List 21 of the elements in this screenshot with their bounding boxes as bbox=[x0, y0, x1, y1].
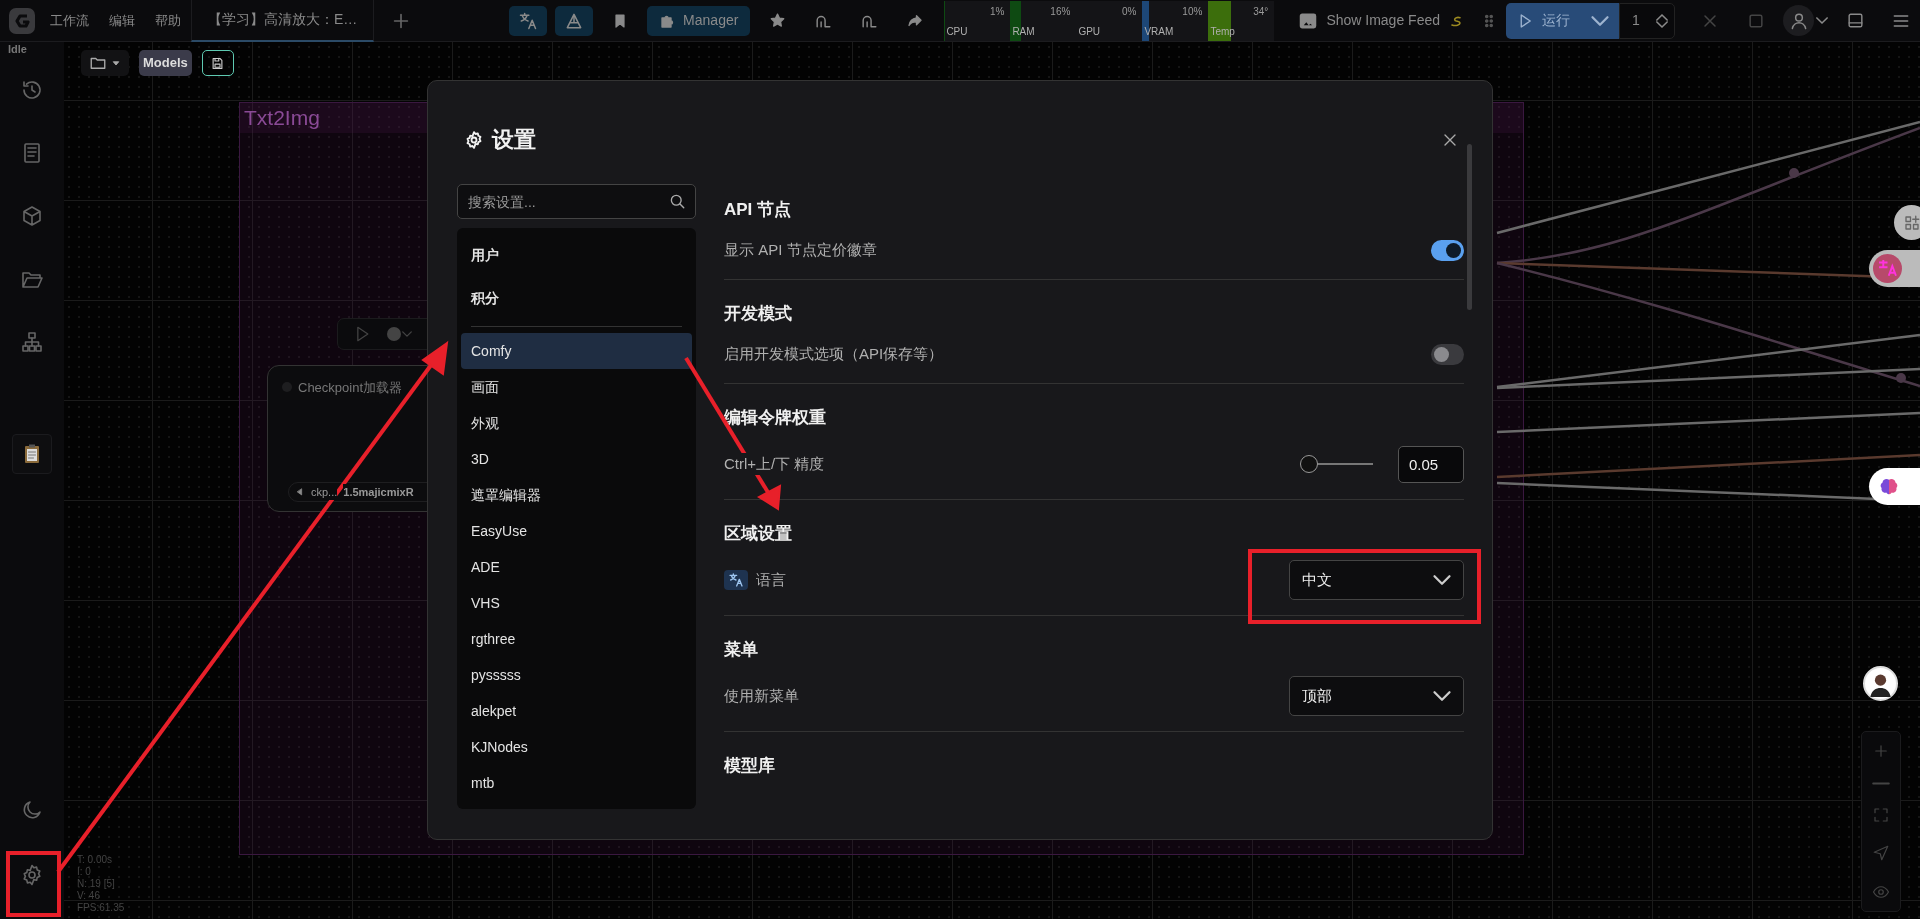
stat-text: N: 19 [5] bbox=[77, 878, 115, 889]
node-title: Checkpoint加载器 bbox=[298, 379, 403, 397]
monitor-label: RAM bbox=[1012, 25, 1035, 37]
section-title: 菜单 bbox=[724, 640, 758, 659]
section-title: 编辑令牌权重 bbox=[724, 408, 826, 427]
monitor-reading: 16% bbox=[1050, 4, 1071, 19]
section-title: API 节点 bbox=[724, 200, 792, 219]
monitor-label: Temp bbox=[1210, 25, 1235, 37]
stat-text: V: 46 bbox=[77, 890, 100, 901]
monitor-label: GPU bbox=[1078, 25, 1101, 37]
section-title: 开发模式 bbox=[724, 304, 792, 323]
section-title: 区域设置 bbox=[724, 524, 792, 543]
setting-label: Ctrl+上/下 精度 bbox=[724, 452, 825, 476]
monitor-label: CPU bbox=[946, 25, 968, 37]
stat-text: FPS:61.35 bbox=[77, 902, 125, 913]
monitor-reading: 10% bbox=[1182, 4, 1203, 19]
section-title: 模型库 bbox=[724, 756, 775, 775]
monitor-reading: 0% bbox=[1121, 4, 1137, 19]
monitor-reading: 34° bbox=[1253, 4, 1269, 19]
monitor-reading: 1% bbox=[989, 4, 1005, 19]
status-text: Idle bbox=[7, 42, 27, 56]
